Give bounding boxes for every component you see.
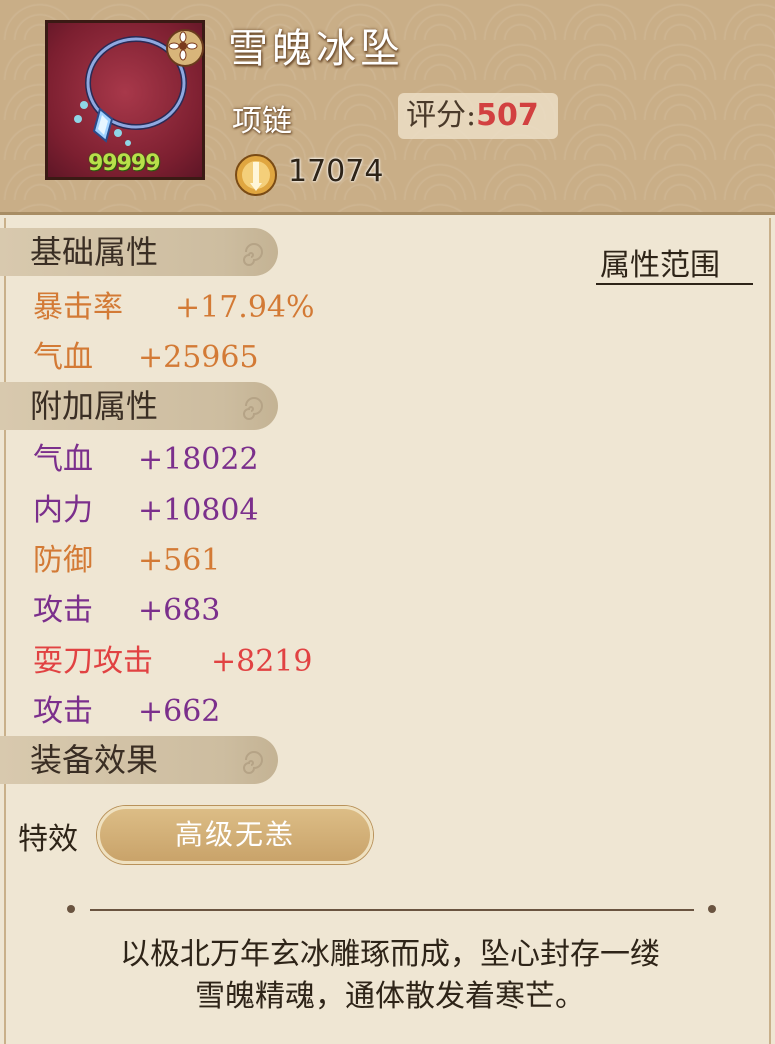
stat-name: 气血	[33, 442, 93, 477]
divider-dot	[708, 905, 716, 913]
coin-value: 17074	[288, 154, 384, 189]
stat-value: +683	[138, 593, 221, 628]
stat-value: +10804	[138, 493, 259, 528]
basic-stat-row: 暴击率 +17.94%	[33, 286, 315, 330]
extra-stat-row: 攻击 +662	[33, 690, 220, 734]
section-extra-attributes: 附加属性	[0, 382, 278, 430]
stat-value: +8219	[211, 644, 313, 679]
item-description: 以极北万年玄冰雕琢而成，坠心封存一缕 雪魄精魂，通体散发着寒芒。	[40, 934, 740, 1018]
stat-name: 耍刀攻击	[33, 644, 153, 679]
spiral-ornament-icon	[243, 243, 263, 266]
flower-icon	[166, 29, 204, 67]
stat-value: +561	[138, 543, 221, 578]
score-value: 507	[476, 98, 539, 133]
extra-stat-row: 内力 +10804	[33, 489, 259, 533]
score-label: 评分:	[406, 98, 477, 133]
attribute-range-button[interactable]: 属性范围	[600, 240, 720, 284]
spiral-ornament-icon	[243, 397, 263, 420]
item-icon-frame[interactable]: 99999	[45, 20, 205, 180]
special-effect-button[interactable]: 高级无恙	[97, 806, 373, 864]
coin-icon	[235, 154, 277, 196]
stat-name: 气血	[33, 340, 93, 375]
detail-panel	[4, 218, 771, 1044]
extra-stat-row: 气血 +18022	[33, 438, 259, 482]
item-type: 项链	[232, 104, 292, 139]
section-effect-label: 装备效果	[30, 741, 159, 779]
section-equipment-effect: 装备效果	[0, 736, 278, 784]
attribute-range-underline	[596, 283, 753, 285]
stat-name: 暴击率	[33, 290, 123, 325]
extra-stat-row: 耍刀攻击 +8219	[33, 640, 312, 684]
score-box: 评分:507	[398, 93, 558, 139]
stat-name: 内力	[33, 493, 93, 528]
section-extra-label: 附加属性	[30, 387, 159, 425]
stat-value: +17.94%	[175, 290, 315, 325]
stat-value: +18022	[138, 442, 259, 477]
divider-dot	[67, 905, 75, 913]
spiral-ornament-icon	[243, 751, 263, 774]
description-line: 雪魄精魂，通体散发着寒芒。	[195, 979, 585, 1014]
description-line: 以极北万年玄冰雕琢而成，坠心封存一缕	[120, 937, 660, 972]
divider-line	[90, 909, 694, 911]
section-basic-label: 基础属性	[30, 233, 159, 271]
item-name: 雪魄冰坠	[228, 26, 404, 72]
basic-stat-row: 气血 +25965	[33, 336, 259, 380]
level-badge: 99999	[88, 151, 161, 176]
extra-stat-row: 防御 +561	[33, 539, 220, 583]
stat-name: 攻击	[33, 694, 93, 729]
extra-stat-row: 攻击 +683	[33, 589, 220, 633]
item-header: 99999 雪魄冰坠 项链 评分:507 17074	[0, 0, 775, 215]
special-effect-label: 特效	[18, 822, 78, 857]
stat-value: +25965	[138, 340, 259, 375]
stat-value: +662	[138, 694, 221, 729]
stat-name: 防御	[33, 543, 93, 578]
section-basic-attributes: 基础属性	[0, 228, 278, 276]
stat-name: 攻击	[33, 593, 93, 628]
